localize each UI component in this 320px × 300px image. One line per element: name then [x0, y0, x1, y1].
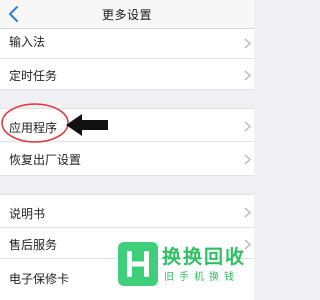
- settings-item-manual[interactable]: 说明书: [0, 194, 254, 228]
- settings-item-input-method[interactable]: 输入法: [0, 29, 254, 59]
- settings-item-label: 定时任务: [9, 69, 58, 83]
- page-title: 更多设置: [101, 8, 152, 22]
- chevron-right-icon: [244, 38, 251, 49]
- chevron-right-icon: [244, 154, 251, 165]
- nav-header: 更多设置: [0, 0, 254, 29]
- brand-logo-icon: [118, 242, 158, 286]
- watermark-tagline: 旧手机换钱: [164, 272, 239, 283]
- h-letter-icon: [127, 251, 149, 277]
- settings-item-label: 恢复出厂设置: [9, 153, 82, 167]
- settings-item-label: 售后服务: [9, 238, 58, 252]
- highlight-ellipse-annotation: [1, 103, 69, 143]
- settings-item-scheduled-tasks[interactable]: 定时任务: [0, 59, 254, 90]
- settings-item-label: 说明书: [9, 207, 46, 221]
- watermark-brand: 换换回收: [162, 246, 247, 268]
- chevron-right-icon: [244, 207, 251, 218]
- settings-item-label: 电子保修卡: [9, 272, 70, 286]
- settings-item-factory-reset[interactable]: 恢复出厂设置: [0, 142, 254, 176]
- chevron-right-icon: [244, 70, 251, 81]
- chevron-right-icon: [244, 121, 251, 132]
- arrow-left-annotation: [66, 114, 108, 136]
- settings-item-label: 输入法: [9, 35, 46, 49]
- watermark-logo: 换换回收 旧手机换钱: [114, 240, 254, 288]
